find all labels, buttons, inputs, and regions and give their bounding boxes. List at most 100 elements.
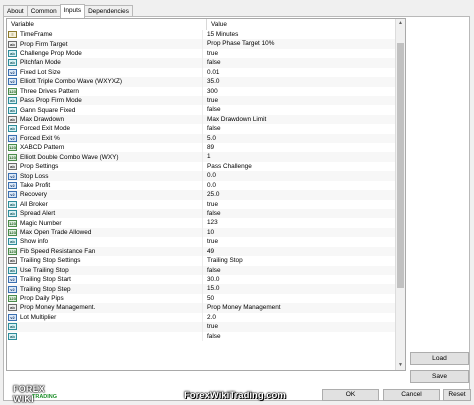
table-row[interactable]: ab Max Drawdown Max Drawdown Limit — [7, 114, 396, 125]
table-row[interactable]: ab Challenge Prop Mode true — [7, 48, 396, 59]
ok-button[interactable]: OK — [322, 389, 379, 401]
table-row[interactable]: v2 Fixed Lot Size 0.01 — [7, 67, 396, 78]
row-variable-name: Magic Number — [20, 219, 62, 227]
table-row[interactable]: ab Pitchfan Mode false — [7, 58, 396, 68]
scrollbar-thumb[interactable] — [397, 43, 404, 288]
table-row[interactable]: v2 Trailing Stop Step 15.0 — [7, 284, 396, 294]
table-row[interactable]: ab Prop Money Management. Prop Money Manag… — [7, 303, 396, 313]
table-row[interactable]: ab Trailing Stop Settings Trailing Stop — [7, 256, 396, 266]
row-value-cell[interactable]: Max Drawdown Limit — [202, 114, 396, 125]
row-value-cell[interactable]: true — [202, 199, 396, 210]
row-value-cell[interactable]: 5.0 — [202, 133, 396, 144]
row-value-cell[interactable]: 0.01 — [202, 67, 396, 78]
row-variable-name: Fib Speed Resistance Fan — [20, 247, 96, 255]
table-row[interactable]: ab false — [7, 331, 396, 341]
table-row[interactable]: v2 Take Profit 0.0 — [7, 180, 396, 191]
table-row[interactable]: v2 Recovery 25.0 — [7, 190, 396, 200]
row-value-cell[interactable]: 10 — [202, 227, 396, 238]
row-value-cell[interactable]: true — [202, 237, 396, 247]
table-row[interactable]: 123 XABCD Pattern 89 — [7, 143, 396, 153]
logo-subtitle: TRADING — [32, 394, 58, 400]
load-button[interactable]: Load — [410, 352, 469, 365]
row-value-cell[interactable]: 35.0 — [202, 77, 396, 87]
dbl-type-icon: v2 — [8, 285, 17, 293]
row-value-cell[interactable]: 15 Minutes — [202, 30, 396, 40]
row-value-cell[interactable]: false — [202, 124, 396, 134]
scroll-up-icon[interactable]: ▲ — [396, 19, 405, 28]
scroll-down-icon[interactable]: ▼ — [396, 361, 405, 370]
row-value-cell[interactable]: 50 — [202, 293, 396, 304]
row-value-cell[interactable]: true — [202, 48, 396, 59]
table-row[interactable]: v2 Trailing Stop Start 30.0 — [7, 274, 396, 285]
grid-rows: ≡ TimeFrame 15 Minutes ab Prop Firm Target Pr… — [7, 30, 396, 341]
row-value-cell[interactable]: false — [202, 209, 396, 219]
row-variable-name: Prop Daily Pips — [20, 295, 64, 303]
bool-type-icon: ab — [8, 59, 17, 67]
row-value-cell[interactable]: 123 — [202, 218, 396, 228]
table-row[interactable]: 123 Prop Daily Pips 50 — [7, 293, 396, 304]
table-row[interactable]: ab Use Trailing Stop false — [7, 265, 396, 275]
row-value-cell[interactable]: false — [202, 331, 396, 341]
table-row[interactable]: ab Show info true — [7, 237, 396, 247]
column-header-value[interactable]: Value — [207, 19, 396, 30]
table-row[interactable]: ab Spread Alert false — [7, 209, 396, 219]
table-row[interactable]: ab true — [7, 322, 396, 332]
row-variable-name: Take Profit — [20, 181, 51, 189]
row-variable-name: Elliott Double Combo Wave (WXY) — [20, 153, 119, 161]
table-row[interactable]: v2 Stop Loss 0.0 — [7, 171, 396, 181]
row-variable-name: XABCD Pattern — [20, 144, 65, 152]
bool-type-icon: ab — [8, 97, 17, 105]
table-row[interactable]: v2 Lot Multiplier 2.0 — [7, 312, 396, 323]
row-value-cell[interactable]: false — [202, 265, 396, 275]
row-value-cell[interactable]: Prop Phase Target 10% — [202, 39, 396, 49]
table-row[interactable]: 123 Three Drives Pattern 300 — [7, 86, 396, 96]
row-value-cell[interactable]: 25.0 — [202, 190, 396, 200]
table-row[interactable]: 123 Max Open Trade Allowed 10 — [7, 227, 396, 238]
row-value-cell[interactable]: Trailing Stop — [202, 256, 396, 266]
row-variable-name: Spread Alert — [20, 210, 56, 218]
row-value-cell[interactable]: 0.0 — [202, 171, 396, 181]
column-header-variable[interactable]: Variable — [7, 19, 207, 30]
str-type-icon: ab — [8, 304, 17, 312]
row-value-cell[interactable]: Pass Challenge — [202, 161, 396, 172]
row-value-cell[interactable]: 0.0 — [202, 180, 396, 191]
row-value-cell[interactable]: 89 — [202, 143, 396, 153]
row-value-cell[interactable]: 300 — [202, 86, 396, 96]
row-variable-name: Max Drawdown — [20, 116, 65, 123]
tab-inputs[interactable]: Inputs — [59, 4, 86, 18]
reset-button[interactable]: Reset — [443, 389, 471, 401]
table-row[interactable]: ab Pass Prop Firm Mode true — [7, 95, 396, 106]
row-value-cell[interactable]: Prop Money Management — [202, 303, 396, 313]
watermark-text: ForexWikiTrading.com — [184, 390, 286, 401]
dbl-type-icon: v2 — [8, 313, 17, 321]
table-row[interactable]: ab Gann Square Fixed false — [7, 105, 396, 115]
row-value-cell[interactable]: false — [202, 105, 396, 115]
row-value-cell[interactable]: 1 — [202, 152, 396, 162]
row-value-cell[interactable]: true — [202, 95, 396, 106]
table-row[interactable]: v2 Elliott Triple Combo Wave (WXYXZ) 35.0 — [7, 77, 396, 87]
row-value-cell[interactable]: 49 — [202, 246, 396, 257]
table-row[interactable]: ab All Broker true — [7, 199, 396, 210]
row-value-cell[interactable]: 15.0 — [202, 284, 396, 294]
row-value-cell[interactable]: 2.0 — [202, 312, 396, 323]
row-variable-name: All Broker — [20, 200, 48, 208]
row-value-cell[interactable]: false — [202, 58, 396, 68]
row-value-cell[interactable]: true — [202, 322, 396, 332]
table-row[interactable]: v2 Forced Exit % 5.0 — [7, 133, 396, 144]
cancel-button[interactable]: Cancel — [383, 389, 440, 401]
table-row[interactable]: ab Prop Settings Pass Challenge — [7, 161, 396, 172]
table-row[interactable]: 123 Fib Speed Resistance Fan 49 — [7, 246, 396, 257]
table-row[interactable]: ab Prop Firm Target Prop Phase Target 10% — [7, 39, 396, 49]
dbl-type-icon: v2 — [8, 181, 17, 189]
vertical-scrollbar[interactable]: ▲ ▼ — [395, 19, 405, 370]
table-row[interactable]: ≡ TimeFrame 15 Minutes — [7, 30, 396, 40]
save-button[interactable]: Save — [410, 370, 469, 383]
table-row[interactable]: 123 Elliott Double Combo Wave (WXY) 1 — [7, 152, 396, 162]
table-row[interactable]: 123 Magic Number 123 — [7, 218, 396, 228]
row-variable-name: Fixed Lot Size — [20, 68, 61, 76]
table-row[interactable]: ab Forced Exit Mode false — [7, 124, 396, 134]
bool-type-icon: ab — [8, 125, 17, 133]
row-variable-name: Elliott Triple Combo Wave (WXYXZ) — [20, 78, 123, 86]
row-value-cell[interactable]: 30.0 — [202, 274, 396, 285]
row-variable-name: Gann Square Fixed — [20, 106, 76, 114]
